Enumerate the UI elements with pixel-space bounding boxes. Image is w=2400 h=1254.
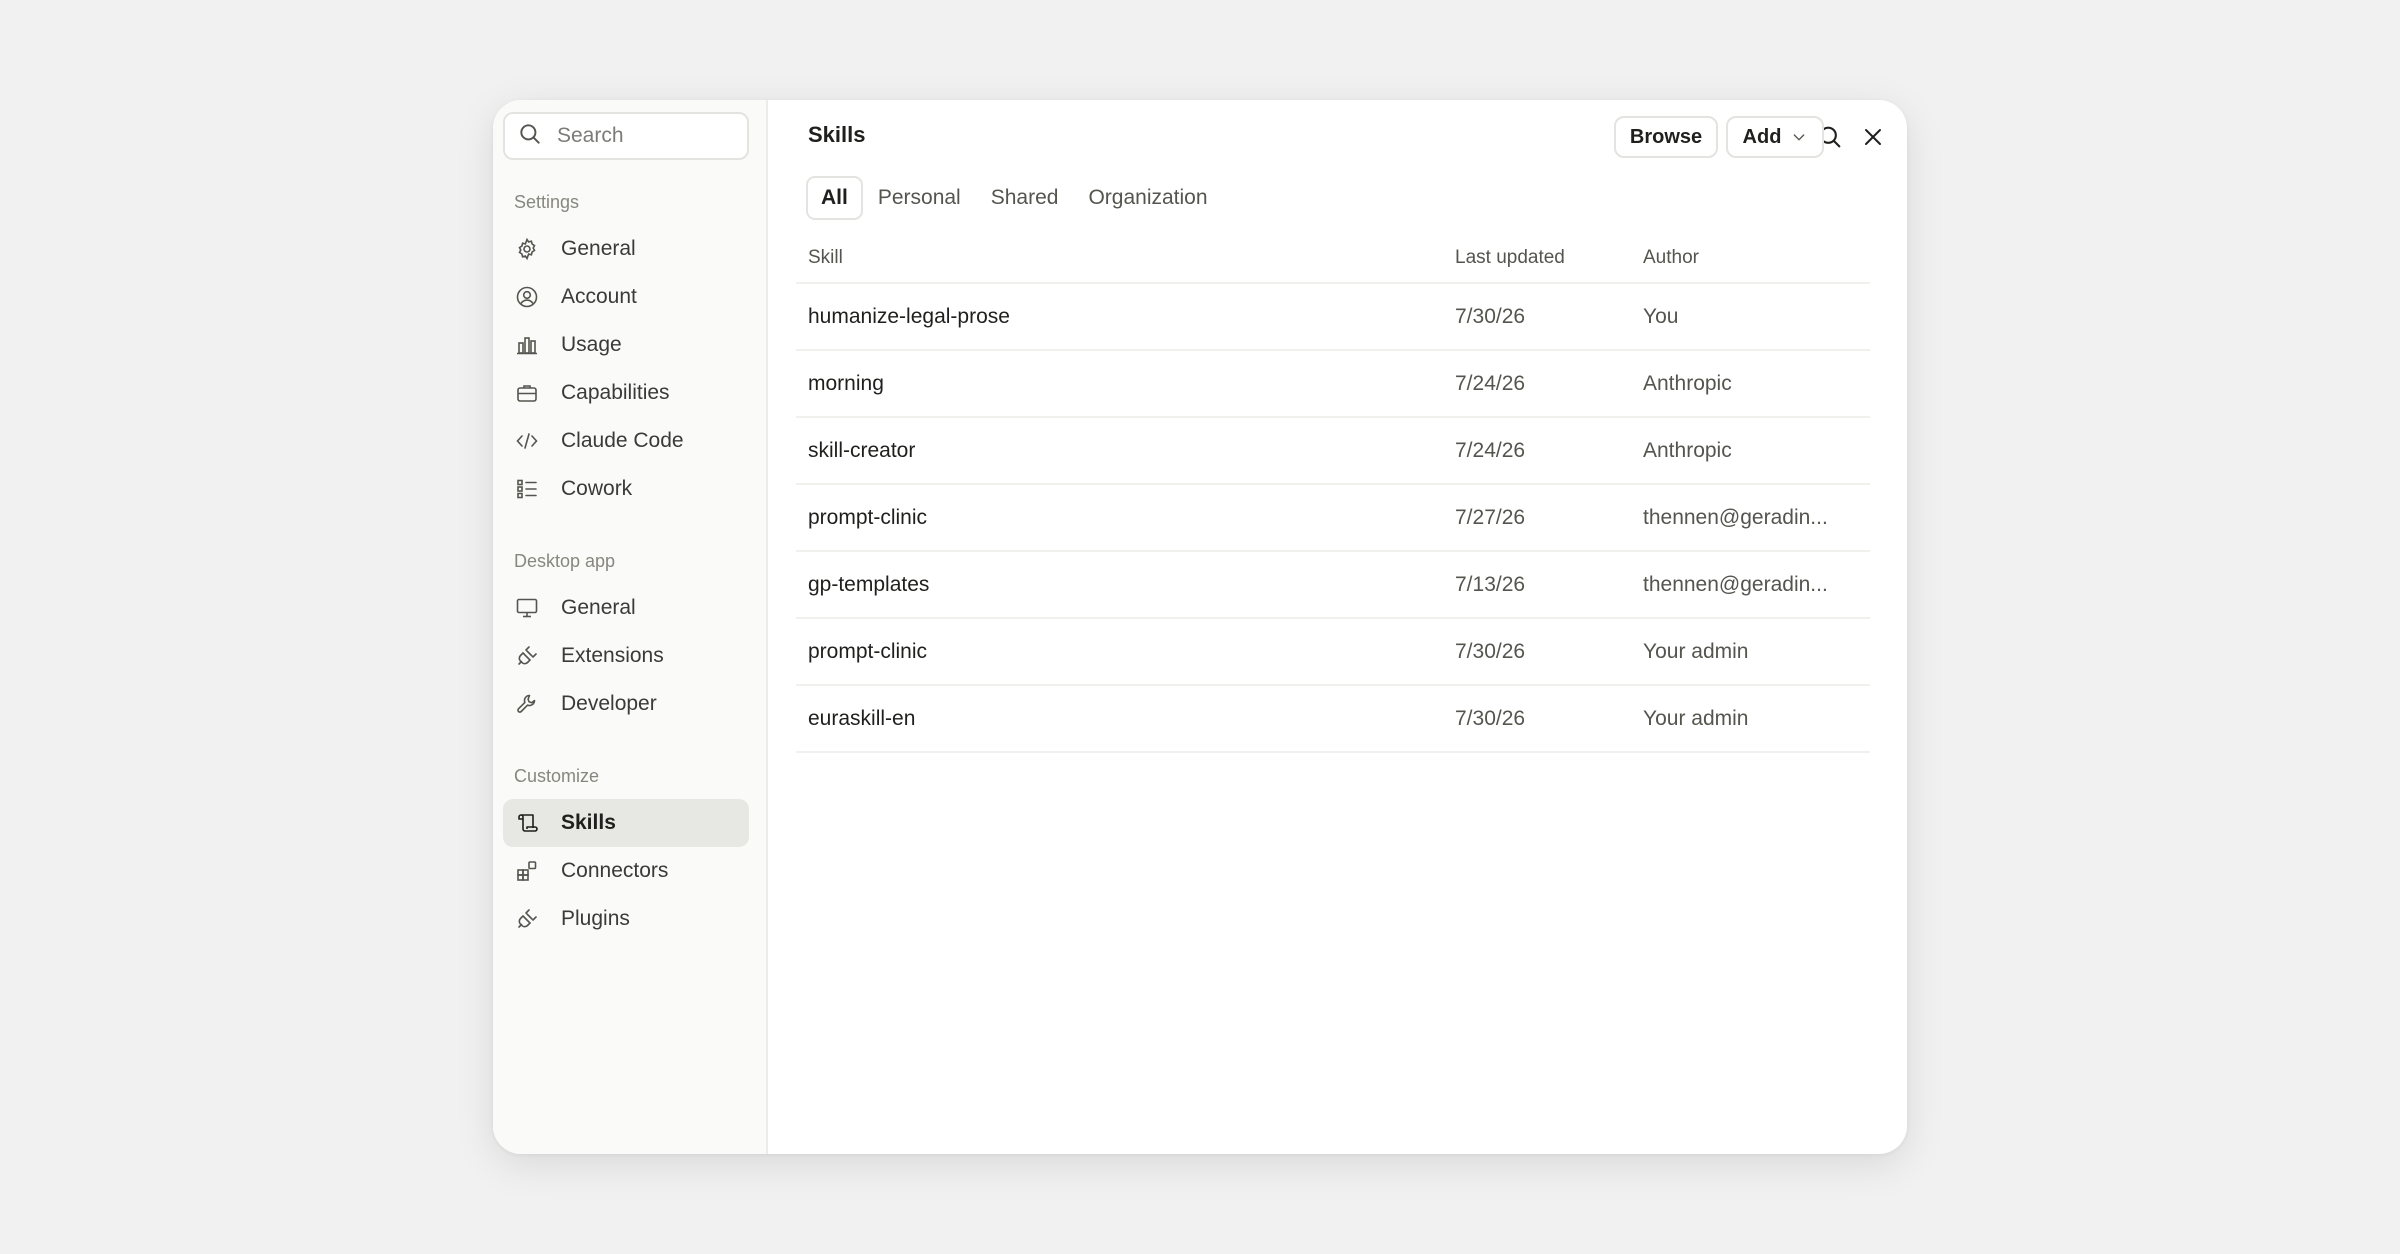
skill-name: prompt-clinic [808,639,928,663]
settings-window: Settings General Account Usage [493,100,1907,1154]
sidebar-item-extensions[interactable]: Extensions [503,632,749,680]
gear-icon [514,236,540,262]
section-label-desktop-app: Desktop app [514,551,616,571]
add-button[interactable]: Add [1726,116,1824,158]
author: Anthropic [1643,438,1732,462]
sidebar-item-label: Claude Code [561,429,684,452]
last-updated: 7/30/26 [1455,706,1526,730]
sidebar-item-label: Extensions [561,644,664,667]
search-input[interactable] [557,124,727,148]
sidebar-search-box[interactable] [503,112,749,160]
browse-button-label: Browse [1629,125,1703,148]
sidebar-item-label: Account [561,285,637,308]
skill-name: gp-templates [808,572,930,596]
tab-shared[interactable]: Shared [976,176,1074,220]
table-header: Skill Last updated Author [796,234,1870,284]
table-row[interactable]: gp-templates 7/13/26 thennen@geradin... [796,552,1870,619]
table-row[interactable]: morning 7/24/26 Anthropic [796,351,1870,418]
table-row[interactable]: euraskill-en 7/30/26 Your admin [796,686,1870,753]
sidebar-item-label: General [561,596,636,619]
last-updated: 7/24/26 [1455,371,1526,395]
bar-chart-icon [514,332,540,358]
last-updated: 7/30/26 [1455,639,1526,663]
last-updated: 7/27/26 [1455,505,1526,529]
sidebar-item-general[interactable]: General [503,225,749,273]
author: Anthropic [1643,371,1732,395]
author: Your admin [1643,706,1749,730]
author: You [1643,304,1679,328]
author: thennen@geradin... [1643,505,1828,529]
skill-name: euraskill-en [808,706,916,730]
skill-name: skill-creator [808,438,916,462]
browse-button[interactable]: Browse [1614,116,1718,158]
close-button[interactable] [1855,121,1891,157]
code-icon [514,428,540,454]
last-updated: 7/24/26 [1455,438,1526,462]
sidebar-item-usage[interactable]: Usage [503,321,749,369]
sidebar-item-label: Cowork [561,477,633,500]
monitor-icon [514,595,540,621]
checklist-icon [514,476,540,502]
sidebar-item-cowork[interactable]: Cowork [503,465,749,513]
table-row[interactable]: prompt-clinic 7/27/26 thennen@geradin... [796,485,1870,552]
sidebar-item-account[interactable]: Account [503,273,749,321]
tab-personal[interactable]: Personal [863,176,976,220]
sidebar-item-claude-code[interactable]: Claude Code [503,417,749,465]
plug-icon [514,643,540,669]
column-header-author[interactable]: Author [1635,247,1870,269]
sidebar-item-capabilities[interactable]: Capabilities [503,369,749,417]
sidebar-item-label: Plugins [561,907,630,930]
sidebar-item-label: Developer [561,692,657,715]
table-row[interactable]: humanize-legal-prose 7/30/26 You [796,284,1870,351]
tab-organization[interactable]: Organization [1073,176,1222,220]
wrench-icon [514,691,540,717]
scroll-icon [514,810,540,836]
author: Your admin [1643,639,1749,663]
sidebar-item-label: Connectors [561,859,669,882]
sidebar-item-connectors[interactable]: Connectors [503,847,749,895]
filter-tabs: All Personal Shared Organization [806,176,1223,220]
skill-name: humanize-legal-prose [808,304,1010,328]
skills-panel: Skills Browse Add All Personal Shared Or… [768,100,1907,1154]
sidebar-item-plugins[interactable]: Plugins [503,895,749,943]
last-updated: 7/30/26 [1455,304,1526,328]
column-header-skill[interactable]: Skill [796,247,1445,269]
section-label-customize: Customize [514,766,600,786]
sidebar-item-skills[interactable]: Skills [503,799,749,847]
add-button-label: Add [1742,125,1782,148]
tab-all[interactable]: All [806,176,863,220]
sidebar-item-label: General [561,237,636,260]
skill-name: morning [808,371,884,395]
table-row[interactable]: skill-creator 7/24/26 Anthropic [796,418,1870,485]
search-icon [517,121,543,152]
briefcase-icon [514,380,540,406]
chevron-down-icon [1791,129,1807,145]
author: thennen@geradin... [1643,572,1828,596]
skill-name: prompt-clinic [808,505,928,529]
blocks-icon [514,858,540,884]
page-title: Skills [808,122,866,147]
sidebar-item-label: Skills [561,811,616,834]
last-updated: 7/13/26 [1455,572,1526,596]
column-header-last-updated[interactable]: Last updated [1445,247,1635,269]
sidebar-item-desktop-general[interactable]: General [503,584,749,632]
plug-icon [514,906,540,932]
sidebar-item-developer[interactable]: Developer [503,680,749,728]
skills-table: Skill Last updated Author humanize-legal… [796,234,1870,753]
sidebar-item-label: Usage [561,333,622,356]
sidebar-item-label: Capabilities [561,381,670,404]
sidebar: Settings General Account Usage [493,100,768,1154]
user-circle-icon [514,284,540,310]
close-icon [1861,125,1885,154]
section-label-settings: Settings [514,192,580,212]
table-row[interactable]: prompt-clinic 7/30/26 Your admin [796,619,1870,686]
